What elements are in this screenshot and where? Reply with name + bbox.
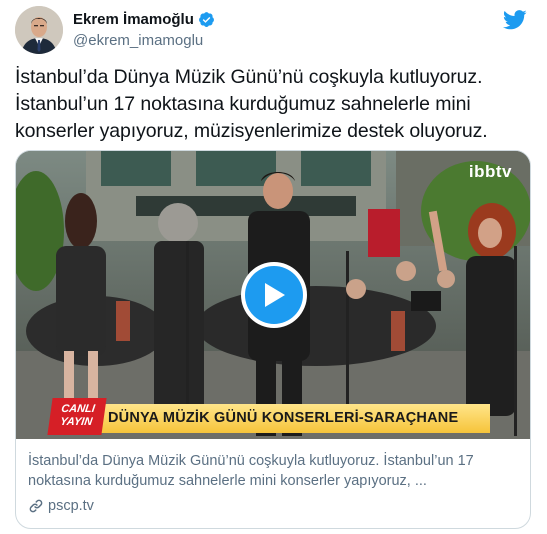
tweet: Ekrem İmamoğlu @ekrem_imamoglu İstanbul’…: [0, 0, 547, 534]
video-banner-text: DÜNYA MÜZİK GÜNÜ KONSERLERİ-SARAÇHANE: [98, 404, 490, 433]
live-label-line1: CANLI: [60, 403, 96, 415]
channel-logo: ibbtv: [468, 162, 512, 181]
live-label-line2: YAYIN: [59, 416, 94, 428]
card-domain[interactable]: pscp.tv: [48, 498, 94, 514]
author-display-name[interactable]: Ekrem İmamoğlu: [73, 11, 194, 28]
avatar[interactable]: [15, 6, 63, 54]
link-icon: [29, 499, 43, 513]
play-icon: [265, 283, 285, 307]
verified-badge-icon: [198, 11, 215, 28]
video-thumbnail[interactable]: ibbtv DÜNYA MÜZİK GÜNÜ KONSERLERİ-SARAÇH…: [16, 151, 530, 439]
author-name-row[interactable]: Ekrem İmamoğlu: [73, 11, 215, 28]
twitter-bird-icon[interactable]: [502, 10, 527, 30]
tweet-text: İstanbul’da Dünya Müzik Günü’nü coşkuyla…: [15, 66, 488, 142]
card-description: İstanbul’da Dünya Müzik Günü’nü coşkuyla…: [28, 453, 474, 489]
video-lower-third: DÜNYA MÜZİK GÜNÜ KONSERLERİ-SARAÇHANE CA…: [16, 398, 530, 435]
play-button[interactable]: [241, 262, 307, 328]
author-handle[interactable]: @ekrem_imamoglu: [73, 32, 203, 49]
link-card[interactable]: ibbtv DÜNYA MÜZİK GÜNÜ KONSERLERİ-SARAÇH…: [15, 150, 531, 529]
card-domain-link[interactable]: pscp.tv: [28, 498, 94, 514]
live-label: CANLI YAYIN: [47, 398, 107, 435]
